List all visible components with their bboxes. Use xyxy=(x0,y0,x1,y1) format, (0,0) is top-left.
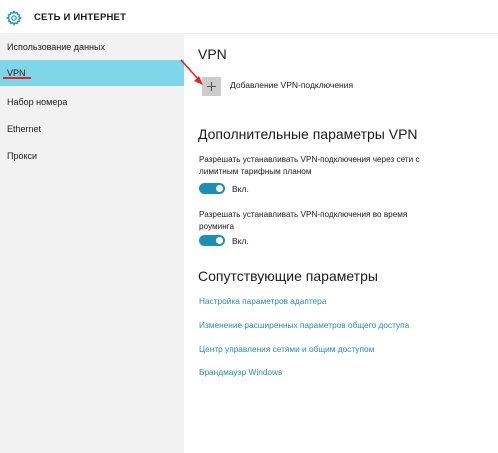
network-center-link[interactable]: Центр управления сетями и общим доступом xyxy=(199,344,374,354)
window-title: СЕТЬ И ИНТЕРНЕТ xyxy=(34,12,127,23)
metered-toggle[interactable] xyxy=(199,183,225,194)
gear-icon xyxy=(6,10,22,26)
sidebar: Использование данных VPN Набор номера Et… xyxy=(0,34,184,453)
add-vpn-button[interactable] xyxy=(202,77,221,96)
main-content: VPN Добавление VPN-подключения Дополните… xyxy=(184,34,498,453)
roaming-toggle[interactable] xyxy=(199,235,225,246)
roaming-setting-line2: роуминга xyxy=(199,221,235,231)
roaming-setting-line1: Разрешать устанавливать VPN-подключения … xyxy=(199,210,408,219)
sidebar-item-label: Использование данных xyxy=(7,42,105,52)
adapter-settings-link[interactable]: Настройка параметров адаптера xyxy=(199,296,326,306)
firewall-link[interactable]: Брандмауэр Windows xyxy=(199,367,282,377)
vpn-heading: VPN xyxy=(198,46,227,62)
sharing-settings-link[interactable]: Изменение расширенных параметров общего … xyxy=(199,320,409,330)
advanced-settings-heading: Дополнительные параметры VPN xyxy=(198,126,418,142)
sidebar-item-data-usage[interactable]: Использование данных xyxy=(0,34,184,60)
sidebar-item-ethernet[interactable]: Ethernet xyxy=(0,116,184,142)
sidebar-item-label: Прокси xyxy=(7,151,38,161)
metered-setting-line1: Разрешать устанавливать VPN-подключения … xyxy=(199,155,420,164)
metered-setting-description: Разрешать устанавливать VPN-подключения … xyxy=(199,154,454,177)
sidebar-item-label: Набор номера xyxy=(7,97,68,107)
title-bar: СЕТЬ И ИНТЕРНЕТ xyxy=(0,0,498,34)
metered-toggle-label: Вкл. xyxy=(232,184,249,194)
sidebar-item-label: Ethernet xyxy=(7,124,42,134)
sidebar-item-vpn[interactable]: VPN xyxy=(0,60,184,86)
plus-icon xyxy=(207,82,216,91)
related-settings-heading: Сопутствующие параметры xyxy=(198,268,378,284)
annotation-underline xyxy=(3,77,31,79)
roaming-toggle-label: Вкл. xyxy=(232,236,249,246)
sidebar-item-proxy[interactable]: Прокси xyxy=(0,143,184,169)
toggle-knob xyxy=(216,185,223,192)
toggle-knob xyxy=(216,237,223,244)
metered-setting-line2: лимитным тарифным планом xyxy=(199,166,312,176)
sidebar-item-dial-up[interactable]: Набор номера xyxy=(0,89,184,115)
add-vpn-label[interactable]: Добавление VPN-подключения xyxy=(230,80,353,90)
roaming-setting-description: Разрешать устанавливать VPN-подключения … xyxy=(199,209,454,232)
